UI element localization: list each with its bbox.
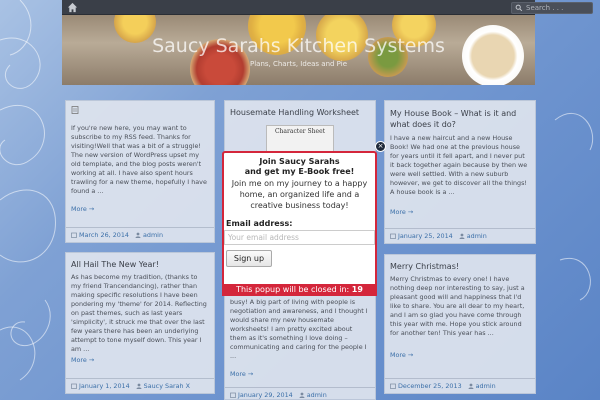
post-meta: January 1, 2014 Saucy Sarah X (66, 378, 214, 393)
post-date[interactable]: January 1, 2014 (71, 382, 130, 390)
post-title[interactable]: All Hail The New Year! (66, 253, 214, 269)
post-author-text[interactable]: admin (307, 391, 327, 399)
post-date-text[interactable]: March 26, 2014 (79, 231, 129, 239)
calendar-icon (71, 232, 77, 238)
more-link[interactable]: More → (385, 351, 418, 359)
home-icon[interactable] (67, 2, 78, 13)
post-author[interactable]: Saucy Sarah X (136, 382, 190, 390)
post-excerpt: As has become my tradition, (thanks to m… (71, 273, 207, 353)
post-card: Merry Christmas! Merry Christmas to ever… (384, 254, 536, 394)
post-meta: March 26, 2014 admin (66, 227, 214, 242)
site-tagline: Plans, Charts, Ideas and Pie (249, 60, 347, 68)
document-icon (71, 106, 79, 114)
search-input[interactable] (526, 4, 592, 12)
calendar-icon (230, 392, 236, 398)
post-date[interactable]: December 25, 2013 (390, 382, 462, 390)
post-meta: January 29, 2014 admin (225, 387, 375, 400)
post-date-text[interactable]: December 25, 2013 (398, 382, 462, 390)
post-excerpt: Merry Christmas to every one! I have not… (390, 275, 525, 337)
search-icon (515, 4, 523, 12)
post-author-text[interactable]: Saucy Sarah X (144, 382, 190, 390)
more-link[interactable]: More → (66, 205, 99, 213)
popup-heading-line1: Join Saucy Sarahs (259, 157, 340, 166)
post-author[interactable]: admin (459, 232, 487, 240)
popup-timer-text: This popup will be closed in: (236, 285, 350, 294)
calendar-icon (390, 233, 396, 239)
post-date-text[interactable]: January 25, 2014 (398, 232, 453, 240)
popup-timer: This popup will be closed in: 19 (222, 284, 377, 296)
post-date-text[interactable]: January 29, 2014 (238, 391, 293, 399)
user-icon (459, 233, 465, 239)
header-banner: Saucy Sarahs Kitchen Systems Plans, Char… (62, 15, 535, 85)
calendar-icon (390, 383, 396, 389)
user-icon (135, 232, 141, 238)
post-title[interactable]: Housemate Handling Worksheet (225, 101, 375, 117)
more-link[interactable]: More → (385, 208, 418, 216)
post-card: My House Book – What is it and what does… (384, 100, 536, 244)
signup-button[interactable]: Sign up (226, 250, 272, 267)
post-date[interactable]: January 25, 2014 (390, 232, 453, 240)
post-excerpt: busy! A big part of living with people i… (230, 298, 368, 360)
post-excerpt: I have a new haircut and a new House Boo… (390, 134, 528, 196)
site-title[interactable]: Saucy Sarahs Kitchen Systems (62, 35, 535, 57)
post-date[interactable]: January 29, 2014 (230, 391, 293, 399)
top-navigation-bar (62, 0, 593, 15)
popup-heading-line2: and get my E-Book free! (244, 167, 355, 176)
popup-heading: Join Saucy Sarahs and get my E-Book free… (224, 157, 375, 177)
more-link[interactable]: More → (66, 356, 99, 364)
post-author[interactable]: admin (468, 382, 496, 390)
post-excerpt: If you're new here, you may want to subs… (71, 124, 207, 195)
email-label: Email address: (226, 219, 293, 228)
post-date[interactable]: March 26, 2014 (71, 231, 129, 239)
post-meta: December 25, 2013 admin (385, 378, 535, 393)
post-author-text[interactable]: admin (467, 232, 487, 240)
popup-timer-seconds: 19 (351, 285, 363, 294)
post-date-text[interactable]: January 1, 2014 (79, 382, 130, 390)
user-icon (468, 383, 474, 389)
thumbnail-caption: Character Sheet (274, 128, 326, 135)
email-input[interactable] (224, 230, 375, 245)
post-author[interactable]: admin (135, 231, 163, 239)
user-icon (136, 383, 142, 389)
post-card: If you're new here, you may want to subs… (65, 100, 215, 243)
popup-description: Join me on my journey to a happy home, a… (231, 179, 368, 210)
post-title[interactable] (66, 101, 214, 116)
post-meta: January 25, 2014 admin (385, 228, 535, 243)
post-title[interactable]: My House Book – What is it and what does… (385, 101, 535, 130)
search-box[interactable] (511, 2, 593, 14)
close-icon[interactable]: × (375, 141, 386, 152)
post-title[interactable]: Merry Christmas! (385, 255, 535, 271)
post-card: All Hail The New Year! As has become my … (65, 252, 215, 394)
newsletter-popup: Join Saucy Sarahs and get my E-Book free… (222, 151, 377, 296)
post-author-text[interactable]: admin (143, 231, 163, 239)
post-author-text[interactable]: admin (476, 382, 496, 390)
calendar-icon (71, 383, 77, 389)
more-link[interactable]: More → (225, 370, 258, 378)
post-author[interactable]: admin (299, 391, 327, 399)
user-icon (299, 392, 305, 398)
